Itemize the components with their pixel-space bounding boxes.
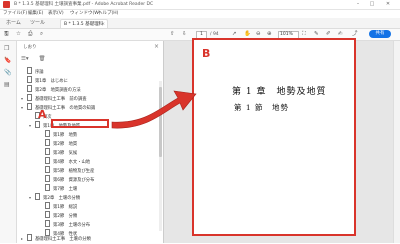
bookmark-item[interactable]: 第7節 土壌 [39,184,77,193]
tab-tools[interactable]: ツール [30,19,45,26]
next-page-icon[interactable]: ⇩ [182,31,187,38]
window-title: B * 1.3.5 基礎理科 土壌調査事業.pdf - Adobe Acroba… [14,2,154,7]
annotation-highlight-box [51,119,109,128]
prev-page-icon[interactable]: ⇧ [170,31,175,38]
page-thumbnails-icon[interactable]: ❐ [4,45,9,52]
bookmark-icon [45,139,50,146]
maximize-icon[interactable]: □ [366,1,378,8]
menu-edit[interactable]: 編集(E) [28,10,43,16]
bookmark-options-icon[interactable]: ☰▾ [21,56,29,62]
share-icon[interactable]: ⤴ [352,31,358,38]
layers-icon[interactable]: ▤ [4,81,10,88]
search-icon[interactable]: ⌕ [40,31,43,38]
close-panel-icon[interactable]: × [154,43,159,50]
bookmark-item[interactable]: 第2節 分類 [39,211,77,220]
bookmark-item[interactable]: ▾ 基礎理科土工事 の地質の知識 [21,103,95,112]
bookmark-item[interactable]: 序論 [21,67,44,76]
bookmark-icon [45,220,50,227]
bookmark-icon [45,157,50,164]
panel-scrollbar[interactable] [159,81,162,231]
bookmarks-panel: しおり × ☰▾ 🗑 序論 第1章 はじめに 第2章 地質調査の方法 ▾ 基礎理科… [17,41,164,243]
menu-window[interactable]: ウィンドウ(W) [70,10,100,16]
bookmark-icon [35,121,40,128]
bookmark-icon [45,130,50,137]
bookmark-item[interactable]: ▾ 基礎理科土工事 前の調査 [21,94,87,103]
highlight-icon[interactable]: ✐ [326,31,331,38]
bookmark-icon [35,193,40,200]
delete-bookmark-icon[interactable]: 🗑 [38,56,45,62]
annotation-label-a: A [38,108,47,121]
bookmark-item[interactable]: 第4節 水文・山地 [39,157,90,166]
document-tab[interactable]: B * 1.3.5 基礎理科 ... × [60,19,108,36]
bookmark-item[interactable]: 第2章 地質調査の方法 [21,85,81,94]
attachments-icon[interactable]: 📎 [4,69,11,76]
bookmark-icon [27,103,32,110]
hand-tool-icon[interactable]: ✋ [244,31,251,38]
bookmark-icon [45,184,50,191]
annotation-label-b: B [202,47,211,60]
bookmark-item-section-1[interactable]: 第1節 地勢 [39,130,77,139]
bookmark-icon [45,202,50,209]
minimize-icon[interactable]: – [352,1,364,8]
bookmark-item[interactable]: ▾ 第2章 土壌の分類 [29,193,80,202]
fit-page-icon[interactable]: ⛶ [302,31,306,38]
bookmark-icon [27,94,32,101]
bookmark-item[interactable]: 第1章 はじめに [21,76,68,85]
page-total: / 94 [210,32,219,37]
bookmark-icon [45,211,50,218]
menu-view[interactable]: 表示(V) [48,10,64,16]
share-button-label: 共有 [375,31,385,36]
zoom-in-icon[interactable]: ⊕ [267,31,272,38]
right-tools-rail [393,41,400,243]
bookmark-icon [45,148,50,155]
bookmark-item[interactable]: 第2節 地質 [39,139,77,148]
sign-icon[interactable]: ✍ [338,31,343,38]
bookmark-icon [27,234,32,241]
left-navigation-rail: ❐ 🔖 📎 ▤ [0,41,17,243]
section-heading: 第 1 節 地勢 [234,103,290,112]
bookmark-icon [27,85,32,92]
menu-help[interactable]: ヘルプ(H) [98,10,118,16]
bookmark-icon [27,76,32,83]
title-bar: B * 1.3.5 基礎理科 土壌調査事業.pdf - Adobe Acroba… [0,0,400,10]
star-icon[interactable]: ☆ [16,31,21,38]
save-icon[interactable]: 🖫 [4,31,9,38]
bookmark-icon [45,175,50,182]
bookmark-item[interactable]: 第5節 植物及び生産 [39,166,94,175]
bookmark-icon [45,166,50,173]
zoom-out-icon[interactable]: ⊖ [256,31,261,38]
bookmark-item[interactable]: 第6節 資源及び分布 [39,175,94,184]
bookmark-tools: ☰▾ 🗑 [21,56,45,62]
tab-home[interactable]: ホーム [6,19,21,26]
menu-bar: ファイル(F) 編集(E) 表示(V) ウィンドウ(W) ヘルプ(H) [0,10,400,18]
tab-bar: ホーム ツール B * 1.3.5 基礎理科 ... × [0,18,400,36]
print-icon[interactable]: ⎙ [28,31,32,38]
acrobat-app-icon [3,1,10,8]
share-button[interactable]: 共有 [369,30,391,38]
bookmark-item[interactable]: 第3節 土壌の分布 [39,220,90,229]
bookmark-item[interactable]: 第1節 総説 [39,202,77,211]
document-page: B 第 1 章 地勢及地質 第 1 節 地勢 [192,38,356,236]
close-icon[interactable]: ✕ [382,1,394,8]
menu-file[interactable]: ファイル(F) [3,10,27,16]
comment-icon[interactable]: ✎ [314,31,319,38]
bookmarks-icon[interactable]: 🔖 [4,57,11,64]
chapter-heading: 第 1 章 地勢及地質 [232,87,327,97]
bookmark-item[interactable]: 第3節 気候 [39,148,77,157]
bookmark-item[interactable]: ▸ 基礎理科土工事 土壌の分類 [21,234,91,243]
bookmark-icon [27,67,32,74]
close-tab-icon[interactable]: × [101,20,105,29]
bookmarks-panel-title: しおり [23,45,37,50]
panel-scrollbar-thumb[interactable] [159,87,162,157]
select-tool-icon[interactable]: ➚ [232,31,237,38]
